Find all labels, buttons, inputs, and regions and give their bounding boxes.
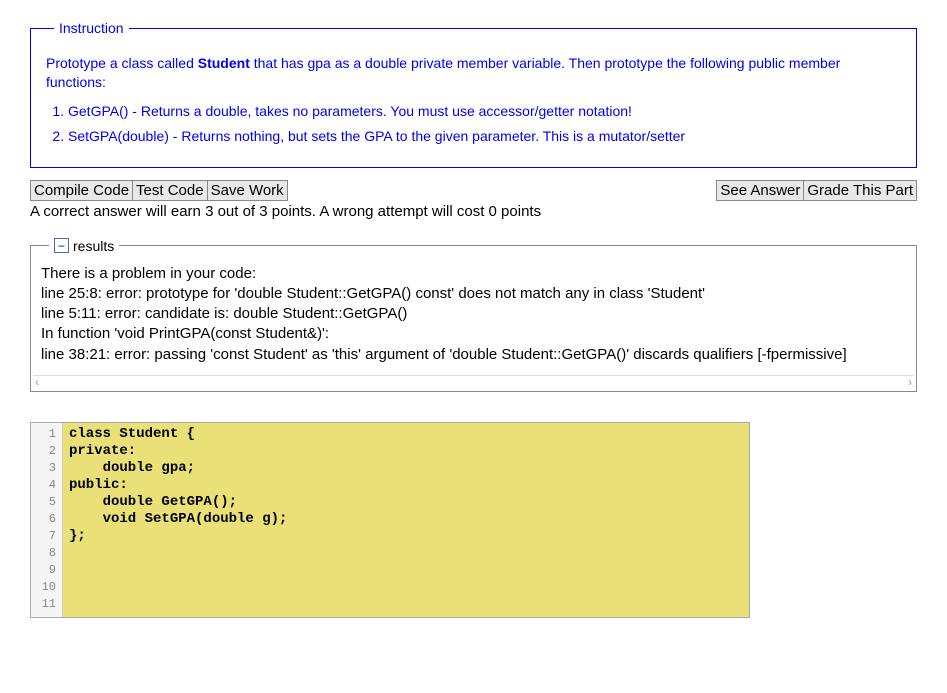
instruction-intro-before: Prototype a class called [46, 55, 198, 71]
line-number: 4 [31, 477, 56, 494]
instruction-intro-bold: Student [198, 55, 250, 71]
grade-button[interactable]: Grade This Part [804, 180, 917, 201]
scroll-left-icon[interactable]: ‹ [35, 375, 39, 389]
results-panel: − results There is a problem in your cod… [30, 238, 917, 392]
instruction-list: GetGPA() - Returns a double, takes no pa… [46, 102, 901, 146]
see-answer-button[interactable]: See Answer [716, 180, 804, 201]
code-line: private: [69, 443, 743, 460]
instruction-legend: Instruction [54, 20, 129, 36]
line-number: 3 [31, 460, 56, 477]
results-legend-label: results [73, 238, 114, 254]
code-line: }; [69, 528, 743, 545]
code-line [69, 545, 743, 562]
results-scrollbar[interactable]: ‹ › [33, 375, 914, 389]
toolbar-right: See Answer Grade This Part [716, 180, 917, 201]
code-line: public: [69, 477, 743, 494]
results-body: There is a problem in your code: line 25… [41, 264, 906, 369]
toolbar: Compile Code Test Code Save Work See Ans… [30, 180, 917, 201]
points-hint: A correct answer will earn 3 out of 3 po… [30, 203, 917, 220]
scroll-right-icon[interactable]: › [908, 375, 912, 389]
line-number: 10 [31, 579, 56, 596]
instruction-panel: Instruction Prototype a class called Stu… [30, 20, 917, 168]
collapse-icon[interactable]: − [54, 238, 69, 253]
code-line [69, 579, 743, 596]
instruction-list-item: GetGPA() - Returns a double, takes no pa… [68, 102, 901, 121]
line-number: 9 [31, 562, 56, 579]
code-line: class Student { [69, 426, 743, 443]
line-number: 5 [31, 494, 56, 511]
instruction-intro: Prototype a class called Student that ha… [46, 54, 901, 92]
test-button[interactable]: Test Code [133, 180, 208, 201]
results-legend: − results [49, 238, 119, 254]
code-line: void SetGPA(double g); [69, 511, 743, 528]
editor-content[interactable]: class Student { private: double gpa; pub… [63, 423, 749, 617]
editor-gutter: 1 2 3 4 5 6 7 8 9 10 11 [31, 423, 63, 617]
instruction-list-item: SetGPA(double) - Returns nothing, but se… [68, 127, 901, 146]
line-number: 6 [31, 511, 56, 528]
compile-button[interactable]: Compile Code [30, 180, 133, 201]
instruction-body: Prototype a class called Student that ha… [46, 54, 901, 146]
line-number: 7 [31, 528, 56, 545]
line-number: 8 [31, 545, 56, 562]
save-button[interactable]: Save Work [208, 180, 288, 201]
code-line: double gpa; [69, 460, 743, 477]
code-editor[interactable]: 1 2 3 4 5 6 7 8 9 10 11 class Student { … [30, 422, 750, 618]
line-number: 2 [31, 443, 56, 460]
code-line [69, 562, 743, 579]
code-line [69, 596, 743, 613]
line-number: 11 [31, 596, 56, 613]
code-line: double GetGPA(); [69, 494, 743, 511]
toolbar-left: Compile Code Test Code Save Work [30, 180, 288, 201]
line-number: 1 [31, 426, 56, 443]
